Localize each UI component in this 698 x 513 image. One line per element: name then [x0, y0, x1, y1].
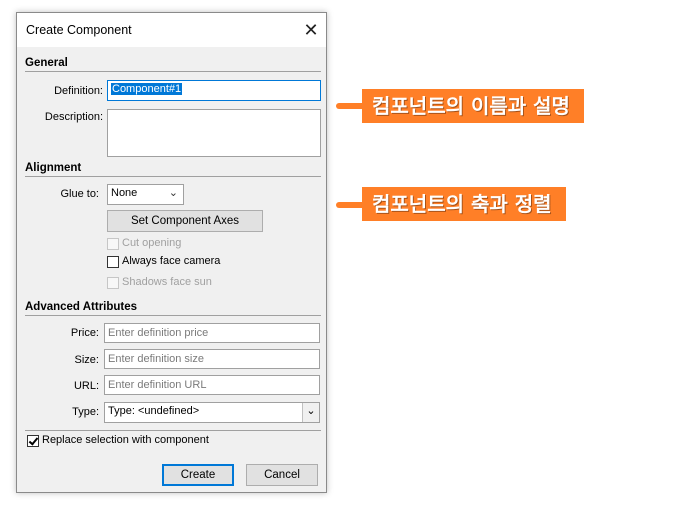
create-button[interactable]: Create	[162, 464, 234, 486]
create-component-dialog: Create Component ✕ General Definition: C…	[16, 12, 327, 493]
glue-to-value: None	[111, 187, 138, 199]
url-input[interactable]	[104, 375, 320, 395]
replace-selection-checkbox[interactable]	[27, 435, 39, 447]
type-select[interactable]: Type: <undefined> ⌄	[104, 402, 320, 423]
section-alignment-heading: Alignment	[25, 162, 82, 174]
section-divider	[25, 430, 321, 431]
section-general-heading: General	[25, 57, 68, 69]
cut-opening-checkbox[interactable]	[107, 238, 119, 250]
definition-label: Definition:	[54, 85, 103, 97]
always-face-camera-label: Always face camera	[122, 255, 221, 267]
chevron-down-icon: ⌄	[168, 187, 178, 199]
description-field[interactable]	[107, 109, 321, 157]
size-input[interactable]	[104, 349, 320, 369]
price-label: Price:	[70, 327, 99, 339]
type-value: Type: <undefined>	[108, 405, 200, 417]
callout-axes-alignment: 컴포넌트의 축과 정렬	[362, 187, 566, 221]
type-label: Type:	[72, 406, 99, 418]
glue-to-select[interactable]: None ⌄	[107, 184, 184, 205]
section-divider	[25, 176, 321, 177]
url-label: URL:	[73, 380, 99, 392]
replace-selection-label: Replace selection with component	[42, 434, 209, 446]
section-advanced-heading: Advanced Attributes	[25, 301, 138, 313]
glue-to-label: Glue to:	[60, 188, 99, 200]
definition-field[interactable]: Component#1	[107, 80, 321, 101]
shadows-face-sun-label: Shadows face sun	[122, 276, 212, 288]
chevron-down-icon[interactable]: ⌄	[302, 403, 319, 422]
price-input[interactable]	[104, 323, 320, 343]
cancel-button[interactable]: Cancel	[246, 464, 318, 486]
description-label: Description:	[44, 111, 103, 123]
shadows-face-sun-checkbox[interactable]	[107, 277, 119, 289]
cut-opening-label: Cut opening	[122, 237, 182, 249]
definition-value: Component#1	[111, 83, 183, 95]
section-divider	[25, 315, 321, 316]
close-icon[interactable]: ✕	[296, 13, 326, 47]
always-face-camera-checkbox[interactable]	[107, 256, 119, 268]
callout-name-description: 컴포넌트의 이름과 설명	[362, 89, 584, 123]
dialog-title: Create Component	[26, 23, 132, 37]
section-divider	[25, 71, 321, 72]
title-bar: Create Component ✕	[17, 13, 326, 47]
set-component-axes-button[interactable]: Set Component Axes	[107, 210, 263, 232]
size-label: Size:	[74, 354, 99, 366]
